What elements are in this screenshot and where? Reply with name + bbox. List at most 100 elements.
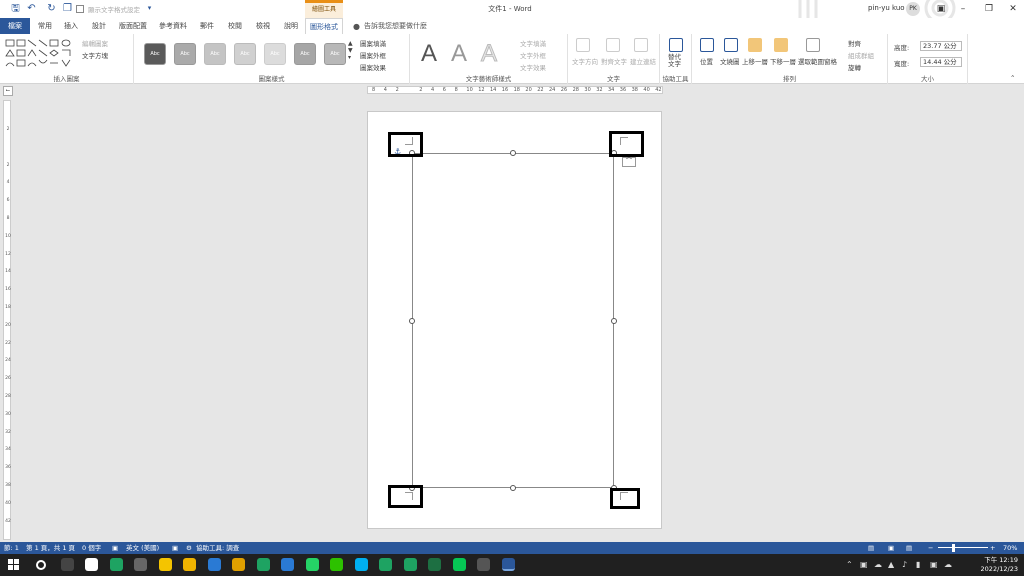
clock[interactable]: 下午 12:19 2022/12/23 xyxy=(981,556,1018,574)
taskbar-edge-icon[interactable] xyxy=(281,558,294,571)
taskbar-wechat-icon[interactable] xyxy=(330,558,343,571)
save-icon[interactable]: 🖫 xyxy=(10,3,21,14)
send-backward-icon[interactable] xyxy=(774,38,788,52)
group-button[interactable]: 組成群組 xyxy=(848,50,874,60)
style-swatch-7[interactable]: Abc xyxy=(324,43,346,65)
taskbar-chrome-icon[interactable] xyxy=(379,558,392,571)
redo-icon[interactable]: ↻ xyxy=(46,3,57,14)
selection-pane-button[interactable]: 選取範圍窗格 xyxy=(798,56,837,66)
align-text-icon[interactable] xyxy=(606,38,620,52)
zoom-slider[interactable] xyxy=(938,547,988,548)
shapes-gallery-icon[interactable] xyxy=(4,38,78,70)
position-icon[interactable] xyxy=(700,38,714,52)
taskbar-chrome-icon[interactable] xyxy=(109,558,123,571)
taskbar-whatsapp-icon[interactable] xyxy=(305,558,319,571)
tab-help[interactable]: 說明 xyxy=(280,18,302,34)
wrap-text-icon[interactable] xyxy=(724,38,738,52)
resize-handle[interactable] xyxy=(510,485,516,491)
restore-icon[interactable]: ❐ xyxy=(982,3,996,15)
tab-layout[interactable]: 版面配置 xyxy=(116,18,150,34)
close-icon[interactable]: ✕ xyxy=(1006,3,1020,15)
selected-shape[interactable] xyxy=(412,153,614,488)
user-name[interactable]: pin-yu kuo xyxy=(868,4,905,12)
accessibility-icon[interactable]: ⚙ xyxy=(186,543,192,553)
shape-effects-button[interactable]: 圖案效果 xyxy=(360,62,386,72)
style-swatch-6[interactable]: Abc xyxy=(294,43,316,65)
tab-design[interactable]: 設計 xyxy=(88,18,110,34)
taskbar-cloud-icon[interactable] xyxy=(477,558,490,571)
tab-review[interactable]: 校閱 xyxy=(224,18,246,34)
print-layout-icon[interactable]: ▣ xyxy=(888,543,894,553)
wrap-text-button[interactable]: 文繞圖 xyxy=(720,56,740,66)
volume-icon[interactable]: ♪ xyxy=(902,560,907,570)
align-text-button[interactable]: 對齊文字 xyxy=(601,56,627,66)
taskbar-excel-icon[interactable] xyxy=(428,558,441,571)
tab-references[interactable]: 參考資料 xyxy=(156,18,190,34)
create-link-button[interactable]: 建立連結 xyxy=(630,56,656,66)
customize-qat-icon[interactable]: ▾ xyxy=(144,3,155,14)
language-indicator[interactable]: 英文 (美國) xyxy=(126,543,159,553)
tray-chevron-icon[interactable]: ⌃ xyxy=(846,560,853,570)
taskbar-word-icon[interactable] xyxy=(232,558,245,571)
height-field[interactable]: 23.77 公分 xyxy=(920,41,962,51)
bring-forward-button[interactable]: 上移一層 xyxy=(742,56,768,66)
input-method-icon[interactable]: ▣ xyxy=(930,560,938,570)
style-swatch-2[interactable]: Abc xyxy=(174,43,196,65)
section-indicator[interactable]: 節: 1 xyxy=(4,543,19,553)
tab-selector[interactable]: ⌙ xyxy=(3,86,13,96)
page-indicator[interactable]: 第 1 頁，共 1 頁 xyxy=(26,543,75,553)
taskbar-store-icon[interactable] xyxy=(207,558,221,571)
width-field[interactable]: 14.44 公分 xyxy=(920,57,962,67)
tab-insert[interactable]: 插入 xyxy=(60,18,82,34)
battery-icon[interactable]: ▮ xyxy=(916,560,920,570)
create-link-icon[interactable] xyxy=(634,38,648,52)
word-count[interactable]: 0 個字 xyxy=(82,543,101,553)
layout-options-icon[interactable]: ⌒ xyxy=(622,157,636,167)
avatar[interactable]: PK xyxy=(906,2,920,16)
resize-handle[interactable] xyxy=(409,318,415,324)
network-icon[interactable]: ▲ xyxy=(888,560,894,570)
macro-icon[interactable]: ▣ xyxy=(172,543,178,553)
zoom-in-icon[interactable]: + xyxy=(990,543,995,553)
text-fill-button[interactable]: 文字填滿 xyxy=(520,38,546,48)
wordart-style-1[interactable]: A xyxy=(416,39,442,69)
tab-view[interactable]: 檢視 xyxy=(252,18,274,34)
gallery-scroll-icon[interactable]: ▲ ▼ ▾ xyxy=(348,40,353,61)
style-swatch-5[interactable]: Abc xyxy=(264,43,286,65)
windows-start-icon[interactable] xyxy=(8,559,19,570)
taskbar-task-view-icon[interactable] xyxy=(60,558,74,571)
text-outline-button[interactable]: 文字外框 xyxy=(520,50,546,60)
onedrive-icon[interactable]: ☁ xyxy=(874,560,882,570)
tab-home[interactable]: 常用 xyxy=(34,18,56,34)
position-button[interactable]: 位置 xyxy=(700,56,713,66)
taskbar-chrome-icon[interactable] xyxy=(403,558,417,571)
zoom-level[interactable]: 70% xyxy=(1003,543,1017,553)
taskbar-search-icon[interactable] xyxy=(36,560,46,570)
text-direction-icon[interactable] xyxy=(576,38,590,52)
style-swatch-4[interactable]: Abc xyxy=(234,43,256,65)
collapse-ribbon-icon[interactable]: ⌃ xyxy=(1010,74,1015,82)
alt-text-icon[interactable] xyxy=(669,38,683,52)
rotate-button[interactable]: 旋轉 xyxy=(848,62,861,72)
format-checkbox[interactable] xyxy=(76,5,84,13)
shape-fill-button[interactable]: 圖案填滿 xyxy=(360,38,386,48)
taskbar-word-icon[interactable] xyxy=(501,558,515,571)
resize-handle[interactable] xyxy=(611,318,617,324)
zoom-thumb[interactable] xyxy=(952,544,955,552)
wordart-style-2[interactable]: A xyxy=(446,39,472,69)
read-mode-icon[interactable]: ▤ xyxy=(868,543,874,553)
style-swatch-3[interactable]: Abc xyxy=(204,43,226,65)
style-swatch-1[interactable]: Abc xyxy=(144,43,166,65)
align-button[interactable]: 對齊 xyxy=(848,38,861,48)
undo-icon[interactable]: ↶ xyxy=(26,3,37,14)
text-box-button[interactable]: 文字方塊 xyxy=(82,50,108,60)
minimize-icon[interactable]: – xyxy=(956,3,970,15)
zoom-out-icon[interactable]: − xyxy=(928,543,933,553)
taskbar-explorer-icon[interactable] xyxy=(183,558,196,571)
taskbar-settings-icon[interactable] xyxy=(134,558,147,571)
edit-shape-button[interactable]: 編輯圖案 xyxy=(82,38,108,48)
taskbar-file-icon[interactable] xyxy=(85,558,98,571)
web-layout-icon[interactable]: ▤ xyxy=(906,543,912,553)
shape-outline-button[interactable]: 圖案外框 xyxy=(360,50,386,60)
text-direction-button[interactable]: 文字方向 xyxy=(572,56,598,66)
